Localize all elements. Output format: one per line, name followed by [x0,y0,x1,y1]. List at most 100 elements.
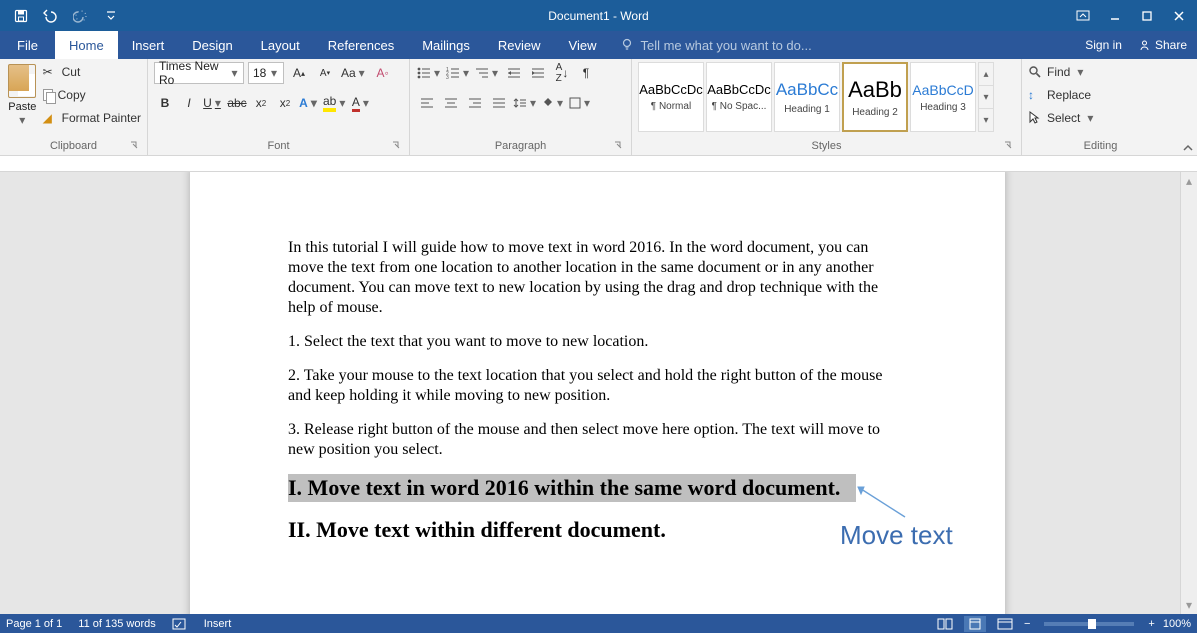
align-center-button[interactable] [440,92,462,114]
superscript-button[interactable]: x2 [274,92,296,114]
decrease-indent-button[interactable] [503,62,525,84]
status-mode[interactable]: Insert [204,618,232,630]
find-button[interactable]: Find ▾ [1028,62,1095,82]
tab-layout[interactable]: Layout [247,31,314,59]
align-left-button[interactable] [416,92,438,114]
collapse-ribbon-button[interactable] [1179,59,1197,155]
share-button[interactable]: Share [1132,36,1193,54]
horizontal-ruler[interactable] [0,156,1197,172]
clear-formatting-button[interactable]: A◦ [372,62,394,84]
selected-heading[interactable]: I. Move text in word 2016 within the sam… [288,474,907,502]
close-button[interactable] [1165,4,1193,28]
italic-button[interactable]: I [178,92,200,114]
copy-button[interactable]: Copy [43,85,141,105]
paste-button[interactable]: Paste ▾ [6,62,39,128]
numbering-button[interactable]: 123▾ [445,62,472,84]
line-spacing-button[interactable]: ▾ [512,92,539,114]
select-button[interactable]: Select ▾ [1028,108,1095,128]
styles-scroll-down[interactable]: ▾ [979,85,993,108]
replace-button[interactable]: ↕ Replace [1028,85,1095,105]
style-item-heading-2[interactable]: AaBbHeading 2 [842,62,908,132]
shading-button[interactable]: ▾ [541,92,566,114]
style-item-heading-1[interactable]: AaBbCcHeading 1 [774,62,840,132]
minimize-button[interactable] [1101,4,1129,28]
view-print-layout-button[interactable] [964,616,986,632]
undo-button[interactable] [40,5,62,27]
qat-customize-button[interactable] [100,5,122,27]
styles-scroll-up[interactable]: ▴ [979,63,993,85]
document-area[interactable]: In this tutorial I will guide how to mov… [0,172,1197,614]
style-item--normal[interactable]: AaBbCcDc¶ Normal [638,62,704,132]
increase-indent-button[interactable] [527,62,549,84]
bold-button[interactable]: B [154,92,176,114]
view-read-mode-button[interactable] [934,616,956,632]
chevron-down-icon[interactable]: ▾ [230,66,239,80]
zoom-level[interactable]: 100% [1163,618,1191,630]
ribbon-display-options-button[interactable] [1069,4,1097,28]
format-painter-button[interactable]: ◢ Format Painter [43,108,141,128]
vertical-scrollbar[interactable]: ▴ ▾ [1180,172,1197,614]
chevron-down-icon[interactable]: ▾ [17,113,27,127]
style-item-heading-3[interactable]: AaBbCcDHeading 3 [910,62,976,132]
status-page[interactable]: Page 1 of 1 [6,618,62,630]
subscript-button[interactable]: x2 [250,92,272,114]
strikethrough-button[interactable]: abc [226,92,248,114]
shrink-font-button[interactable]: A▾ [314,62,336,84]
zoom-in-button[interactable]: + [1148,618,1154,630]
grow-font-button[interactable]: A▴ [288,62,310,84]
sign-in-link[interactable]: Sign in [1085,38,1122,52]
tab-review[interactable]: Review [484,31,555,59]
tab-home[interactable]: Home [55,31,118,59]
maximize-button[interactable] [1133,4,1161,28]
find-label: Find [1047,65,1070,79]
zoom-slider[interactable] [1044,622,1134,626]
tab-references[interactable]: References [314,31,408,59]
font-launcher[interactable] [391,140,403,152]
annotation-arrow [850,482,910,522]
status-words[interactable]: 11 of 135 words [78,618,155,630]
text-selection[interactable]: I. Move text in word 2016 within the sam… [288,474,856,502]
clipboard-launcher[interactable] [129,140,141,152]
heading[interactable]: II. Move text within different document. [288,516,907,544]
show-marks-button[interactable]: ¶ [575,62,597,84]
paragraph[interactable]: In this tutorial I will guide how to mov… [288,238,907,318]
paragraph[interactable]: 2. Take your mouse to the text location … [288,366,907,406]
text-effects-button[interactable]: A▾ [298,92,320,114]
chevron-down-icon[interactable]: ▾ [1075,65,1085,79]
paragraph-launcher[interactable] [613,140,625,152]
sort-button[interactable]: AZ↓ [551,62,573,84]
font-size-input[interactable]: 18 ▾ [248,62,284,84]
styles-gallery: AaBbCcDc¶ NormalAaBbCcDc¶ No Spac...AaBb… [638,62,994,132]
style-item--no-spac-[interactable]: AaBbCcDc¶ No Spac... [706,62,772,132]
tell-me-placeholder: Tell me what you want to do... [640,38,811,53]
styles-launcher[interactable] [1003,140,1015,152]
align-right-button[interactable] [464,92,486,114]
font-color-button[interactable]: A▾ [350,92,372,114]
zoom-thumb[interactable] [1088,619,1096,629]
redo-button[interactable] [70,5,92,27]
zoom-out-button[interactable]: − [1024,618,1030,630]
change-case-button[interactable]: Aa▾ [340,62,368,84]
tab-design[interactable]: Design [178,31,246,59]
paragraph[interactable]: 1. Select the text that you want to move… [288,332,907,352]
multilevel-list-button[interactable]: ▾ [474,62,501,84]
tab-mailings[interactable]: Mailings [408,31,484,59]
bullets-button[interactable]: ▾ [416,62,443,84]
cut-button[interactable]: ✂ Cut [43,62,141,82]
tab-insert[interactable]: Insert [118,31,179,59]
font-name-input[interactable]: Times New Ro ▾ [154,62,244,84]
styles-expand[interactable]: ▾ [979,108,993,131]
tab-file[interactable]: File [0,31,55,59]
chevron-down-icon[interactable]: ▾ [269,66,279,80]
justify-button[interactable] [488,92,510,114]
highlight-button[interactable]: ab▾ [322,92,348,114]
status-proofing[interactable] [172,617,188,631]
save-button[interactable] [10,5,32,27]
tab-view[interactable]: View [555,31,611,59]
chevron-down-icon[interactable]: ▾ [1085,111,1095,125]
borders-button[interactable]: ▾ [568,92,593,114]
paragraph[interactable]: 3. Release right button of the mouse and… [288,420,907,460]
view-web-layout-button[interactable] [994,616,1016,632]
underline-button[interactable]: U▾ [202,92,224,114]
tell-me-input[interactable]: Tell me what you want to do... [610,31,811,59]
